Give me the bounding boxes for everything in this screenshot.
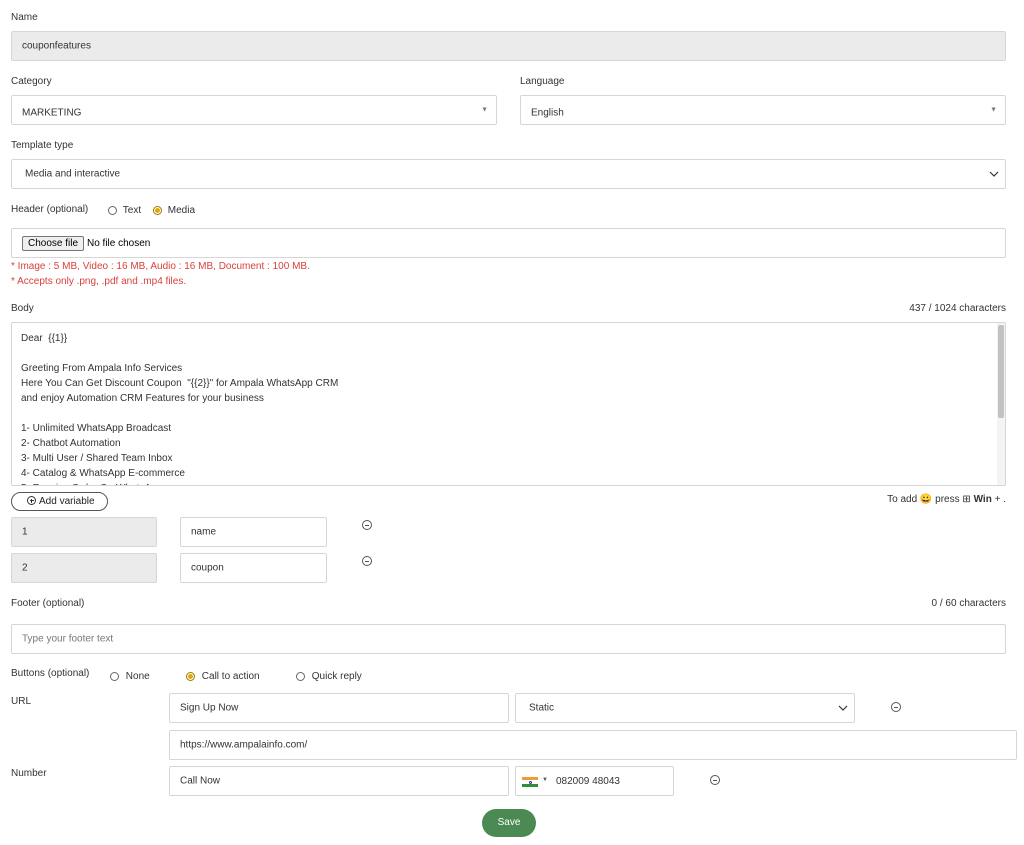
- header-option-text[interactable]: Text: [108, 205, 141, 216]
- header-option-media-label: Media: [167, 205, 196, 216]
- buttons-option-quick-reply[interactable]: Quick reply: [296, 671, 362, 682]
- file-status: No file chosen: [87, 238, 151, 249]
- variable-index-value: 1: [22, 526, 28, 538]
- name-field[interactable]: couponfeatures: [11, 31, 1006, 61]
- template-type-select[interactable]: Media and interactive: [11, 159, 1006, 189]
- url-type-value: Static: [529, 702, 555, 714]
- body-line: Dear {{1}}: [21, 333, 68, 344]
- variable-index-2: 2: [11, 553, 157, 583]
- variable-value-input-1[interactable]: name: [180, 517, 327, 547]
- plus-circle-icon: [27, 496, 36, 505]
- body-line: 3- Multi User / Shared Team Inbox: [21, 453, 173, 464]
- remove-variable-icon[interactable]: [362, 520, 372, 530]
- buttons-option-none[interactable]: None: [110, 671, 150, 682]
- footer-label: Footer (optional): [11, 598, 85, 609]
- number-button-text: Call Now: [180, 775, 221, 787]
- body-line: Here You Can Get Discount Coupon "{{2}}"…: [21, 378, 339, 389]
- url-button-text-input[interactable]: Sign Up Now: [169, 693, 509, 723]
- chevron-down-icon: [838, 705, 848, 711]
- body-line: 1- Unlimited WhatsApp Broadcast: [21, 423, 172, 434]
- buttons-label: Buttons (optional): [11, 668, 90, 679]
- emoji-hint-mid: press: [935, 494, 960, 505]
- add-variable-label: Add variable: [39, 496, 95, 507]
- body-text: Dear {{1}} Greeting From Ampala Info Serv…: [21, 331, 339, 485]
- remove-number-button-icon[interactable]: [710, 775, 720, 785]
- url-link-value: https://www.ampalainfo.com/: [180, 739, 308, 751]
- emoji-icon: 😀: [919, 494, 933, 505]
- body-line: [21, 406, 338, 421]
- footer-placeholder: Type your footer text: [22, 633, 114, 645]
- remove-url-button-icon[interactable]: [891, 702, 901, 712]
- india-flag-icon[interactable]: [522, 777, 538, 787]
- url-label: URL: [11, 696, 32, 707]
- chevron-down-icon: [989, 171, 999, 177]
- file-type-note: * Accepts only .png, .pdf and .mp4 files…: [11, 276, 187, 287]
- radio-selected-icon[interactable]: [153, 205, 162, 215]
- footer-input[interactable]: Type your footer text: [11, 624, 1006, 654]
- phone-input[interactable]: ▼ 082009 48043: [515, 766, 674, 796]
- footer-counter: 0 / 60 characters: [931, 598, 1006, 609]
- body-counter: 437 / 1024 characters: [909, 303, 1006, 314]
- radio-icon[interactable]: [110, 671, 119, 681]
- buttons-option-quick-reply-label: Quick reply: [311, 671, 362, 682]
- url-type-select[interactable]: Static: [515, 693, 855, 723]
- category-value: MARKETING: [22, 107, 82, 119]
- buttons-option-cta-label: Call to action: [201, 671, 260, 682]
- body-line: 5- Receive Order On WhatsApp: [21, 481, 338, 485]
- template-type-label: Template type: [11, 140, 74, 151]
- caret-down-icon: ▼: [990, 106, 997, 114]
- body-line: and enjoy Automation CRM Features for yo…: [21, 393, 264, 404]
- emoji-hint-post: + .: [994, 494, 1006, 505]
- radio-selected-icon[interactable]: [186, 671, 195, 681]
- variable-index-1: 1: [11, 517, 157, 547]
- name-label: Name: [11, 12, 38, 23]
- phone-number: 082009 48043: [556, 776, 620, 787]
- language-select[interactable]: English ▼: [520, 95, 1006, 125]
- emoji-hint-pre: To add: [887, 494, 918, 505]
- buttons-option-none-label: None: [125, 671, 150, 682]
- file-size-note: * Image : 5 MB, Video : 16 MB, Audio : 1…: [11, 261, 310, 272]
- url-link-input[interactable]: https://www.ampalainfo.com/: [169, 730, 1017, 760]
- emoji-hint-key: Win: [973, 494, 992, 505]
- number-label: Number: [11, 768, 47, 779]
- number-button-text-input[interactable]: Call Now: [169, 766, 509, 796]
- body-line: 4- Catalog & WhatsApp E-commerce: [21, 468, 185, 479]
- body-line: Greeting From Ampala Info Services: [21, 363, 183, 374]
- save-button[interactable]: Save: [482, 809, 536, 837]
- file-input[interactable]: Choose file No file chosen: [11, 228, 1006, 258]
- body-label: Body: [11, 303, 34, 314]
- language-value: English: [531, 107, 564, 119]
- emoji-hint: To add 😀 press ⊞ Win + .: [887, 494, 1006, 505]
- body-line: 2- Chatbot Automation: [21, 438, 121, 449]
- variable-value: name: [191, 526, 217, 538]
- header-label: Header (optional): [11, 204, 89, 215]
- caret-down-icon[interactable]: ▼: [542, 777, 548, 783]
- windows-key-icon: ⊞: [962, 494, 971, 505]
- scrollbar-thumb[interactable]: [998, 325, 1004, 418]
- url-button-text: Sign Up Now: [180, 702, 239, 714]
- buttons-option-call-to-action[interactable]: Call to action: [186, 671, 260, 682]
- language-label: Language: [520, 76, 565, 87]
- radio-icon[interactable]: [108, 205, 117, 215]
- variable-index-value: 2: [22, 562, 28, 574]
- caret-down-icon: ▼: [481, 106, 488, 114]
- name-value: couponfeatures: [22, 40, 91, 52]
- header-option-media[interactable]: Media: [153, 205, 195, 216]
- body-scrollbar[interactable]: [997, 323, 1005, 485]
- category-select[interactable]: MARKETING ▼: [11, 95, 497, 125]
- category-label: Category: [11, 76, 52, 87]
- template-type-value: Media and interactive: [25, 168, 121, 180]
- add-variable-button[interactable]: Add variable: [11, 492, 108, 511]
- body-textarea[interactable]: Dear {{1}} Greeting From Ampala Info Serv…: [11, 322, 1006, 486]
- header-option-text-label: Text: [122, 205, 142, 216]
- radio-icon[interactable]: [296, 671, 305, 681]
- variable-value-input-2[interactable]: coupon: [180, 553, 327, 583]
- variable-value: coupon: [191, 562, 224, 574]
- body-line: [21, 346, 338, 361]
- choose-file-button[interactable]: Choose file: [22, 236, 85, 251]
- remove-variable-icon[interactable]: [362, 556, 372, 566]
